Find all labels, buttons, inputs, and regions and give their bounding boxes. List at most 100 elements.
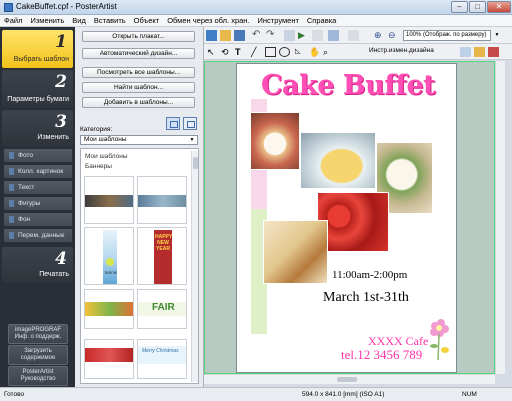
button-line: содержимое [20,355,56,361]
steps-panel: 1 Выбрать шаблон 2 Параметры бумаги 3 Из… [0,27,75,387]
template-thumbnail[interactable]: FAIR [137,289,187,329]
menu-cloud-exchange[interactable]: Обмен через обл. хран. [163,15,253,26]
step-print[interactable]: 4 Печатать [2,247,73,283]
menu-view[interactable]: Вид [68,15,90,26]
undo-icon[interactable]: ↶ [252,30,263,41]
step-label: Печатать [39,271,69,278]
chevron-down-icon[interactable]: ▼ [492,30,502,41]
zoom-select[interactable]: 100% (Отображ. по размеру) [403,30,491,41]
title-bar: CakeBuffet.cpf - PosterArtist – □ ✕ [0,0,512,15]
manual-button[interactable]: PosterArtist Руководство [8,366,68,386]
new-icon[interactable] [206,30,217,41]
layout-change-icon[interactable] [488,47,499,57]
status-paper-size: 594.0 x 841.0 [mm] (ISO A1) [302,391,385,398]
open-icon[interactable] [220,30,231,41]
template-thumbnail[interactable] [84,289,134,329]
edit-variable-data[interactable]: Перем. данные [4,229,72,242]
zoom-value: 100% (Отображ. по размеру) [406,32,487,38]
text-tool-icon[interactable]: T [235,47,246,57]
menu-insert[interactable]: Вставить [90,15,130,26]
menu-tools[interactable]: Инструмент [254,15,303,26]
flower-clipart[interactable] [425,316,455,364]
print-preview-icon[interactable] [284,30,295,41]
canvas-horizontal-scrollbar[interactable] [204,374,495,384]
template-thumbnail[interactable] [137,176,187,224]
cake-photo-1[interactable] [250,112,300,170]
color-palette-icon[interactable] [474,47,485,57]
ellipse-tool-icon[interactable] [279,47,290,57]
step-paper-settings[interactable]: 2 Параметры бумаги [2,70,73,108]
step-label: Выбрать шаблон [13,56,69,63]
step-number: 4 [55,249,67,269]
layout-icon[interactable] [312,30,323,41]
rotate-icon[interactable]: ⟲ [221,47,232,57]
status-ready: Готово [4,391,25,398]
design-tool-icon[interactable] [460,47,471,57]
hand-tool-icon[interactable]: ✋ [309,47,320,57]
menu-edit[interactable]: Изменить [26,15,68,26]
zoom-in-icon[interactable]: ⊕ [374,30,385,41]
step-label: Параметры бумаги [7,96,69,103]
template-thumbnail[interactable]: Merry Christmas [137,339,187,379]
teapot-photo[interactable] [263,220,328,284]
step-number: 2 [55,72,67,92]
template-subgroup-header: Баннеры [85,163,112,170]
template-thumbnail[interactable]: tennis [84,227,134,285]
step-select-template[interactable]: 1 Выбрать шаблон [2,30,73,68]
view-all-templates-button[interactable]: Посмотреть все шаблоны... [82,67,195,78]
step-number: 3 [55,112,67,132]
button-line: Инф. о поддерж. [14,334,62,340]
play-icon[interactable]: ▶ [298,30,309,41]
close-button[interactable]: ✕ [487,1,511,13]
edit-background[interactable]: Фон [4,213,72,226]
menu-help[interactable]: Справка [303,15,340,26]
auto-design-button[interactable]: Автоматический дизайн... [82,48,195,59]
download-content-button[interactable]: Загрузить содержимое [8,345,68,365]
category-label: Категория: [80,126,113,133]
list-view-icon[interactable] [166,117,180,130]
zoom-out-icon[interactable]: ⊖ [388,30,399,41]
line-tool-icon[interactable]: ╱ [251,47,262,57]
template-thumbnail[interactable] [84,176,134,224]
redo-icon[interactable]: ↷ [266,30,277,41]
cake-photo-2[interactable] [300,132,376,189]
app-icon [4,3,13,12]
template-thumbnail[interactable] [84,339,134,379]
thumb-text: HAPPY NEW YEAR [155,234,173,252]
open-poster-button[interactable]: Открыть плакат... [82,31,195,42]
button-line: imagePROGRAF [14,327,61,333]
menu-bar: Файл Изменить Вид Вставить Объект Обмен через… [0,15,512,27]
category-select[interactable]: Мои шаблоны ▼ [80,135,198,145]
minimize-button[interactable]: – [451,1,468,13]
find-template-button[interactable]: Найти шаблон... [82,82,195,93]
edit-shapes[interactable]: Фигуры [4,197,72,210]
support-info-button[interactable]: imagePROGRAF Инф. о поддерж. [8,324,68,344]
template-list-scrollbar[interactable] [191,151,198,382]
add-to-templates-button[interactable]: Добавить в шаблоны... [82,97,195,108]
grid-view-icon[interactable] [183,117,197,130]
poster-telephone[interactable]: tel.12 3456 789 [341,347,422,363]
menu-object[interactable]: Объект [130,15,164,26]
chevron-down-icon: ▼ [189,137,195,143]
grid-icon[interactable] [348,30,359,41]
poster-time[interactable]: 11:00am-2:00pm [332,269,407,281]
edit-clipart[interactable]: Колл. картинок [4,165,72,178]
step-edit[interactable]: 3 Изменить [2,110,73,146]
shape-tool-icon[interactable]: ◺ [295,47,306,57]
status-bar: Готово 594.0 x 841.0 [mm] (ISO A1) NUM [0,387,512,401]
rectangle-tool-icon[interactable] [265,47,276,57]
poster-page[interactable]: Cake Buffet 11:00am-2:00pm March 1st-31t… [236,63,457,373]
save-icon[interactable] [234,30,245,41]
thumb-text: tennis [105,270,118,275]
poster-title[interactable]: Cake Buffet [261,70,436,101]
poster-date[interactable]: March 1st-31th [323,290,409,306]
edit-text[interactable]: Текст [4,181,72,194]
align-icon[interactable] [328,30,339,41]
zoom-tool-icon[interactable]: ⌕ [323,47,334,57]
template-thumbnail[interactable]: HAPPY NEW YEAR [137,227,187,285]
canvas-vertical-scrollbar[interactable] [495,61,505,374]
edit-photo[interactable]: Фото [4,149,72,162]
maximize-button[interactable]: □ [469,1,486,13]
select-arrow-icon[interactable]: ↖ [207,47,218,57]
menu-file[interactable]: Файл [0,15,26,26]
